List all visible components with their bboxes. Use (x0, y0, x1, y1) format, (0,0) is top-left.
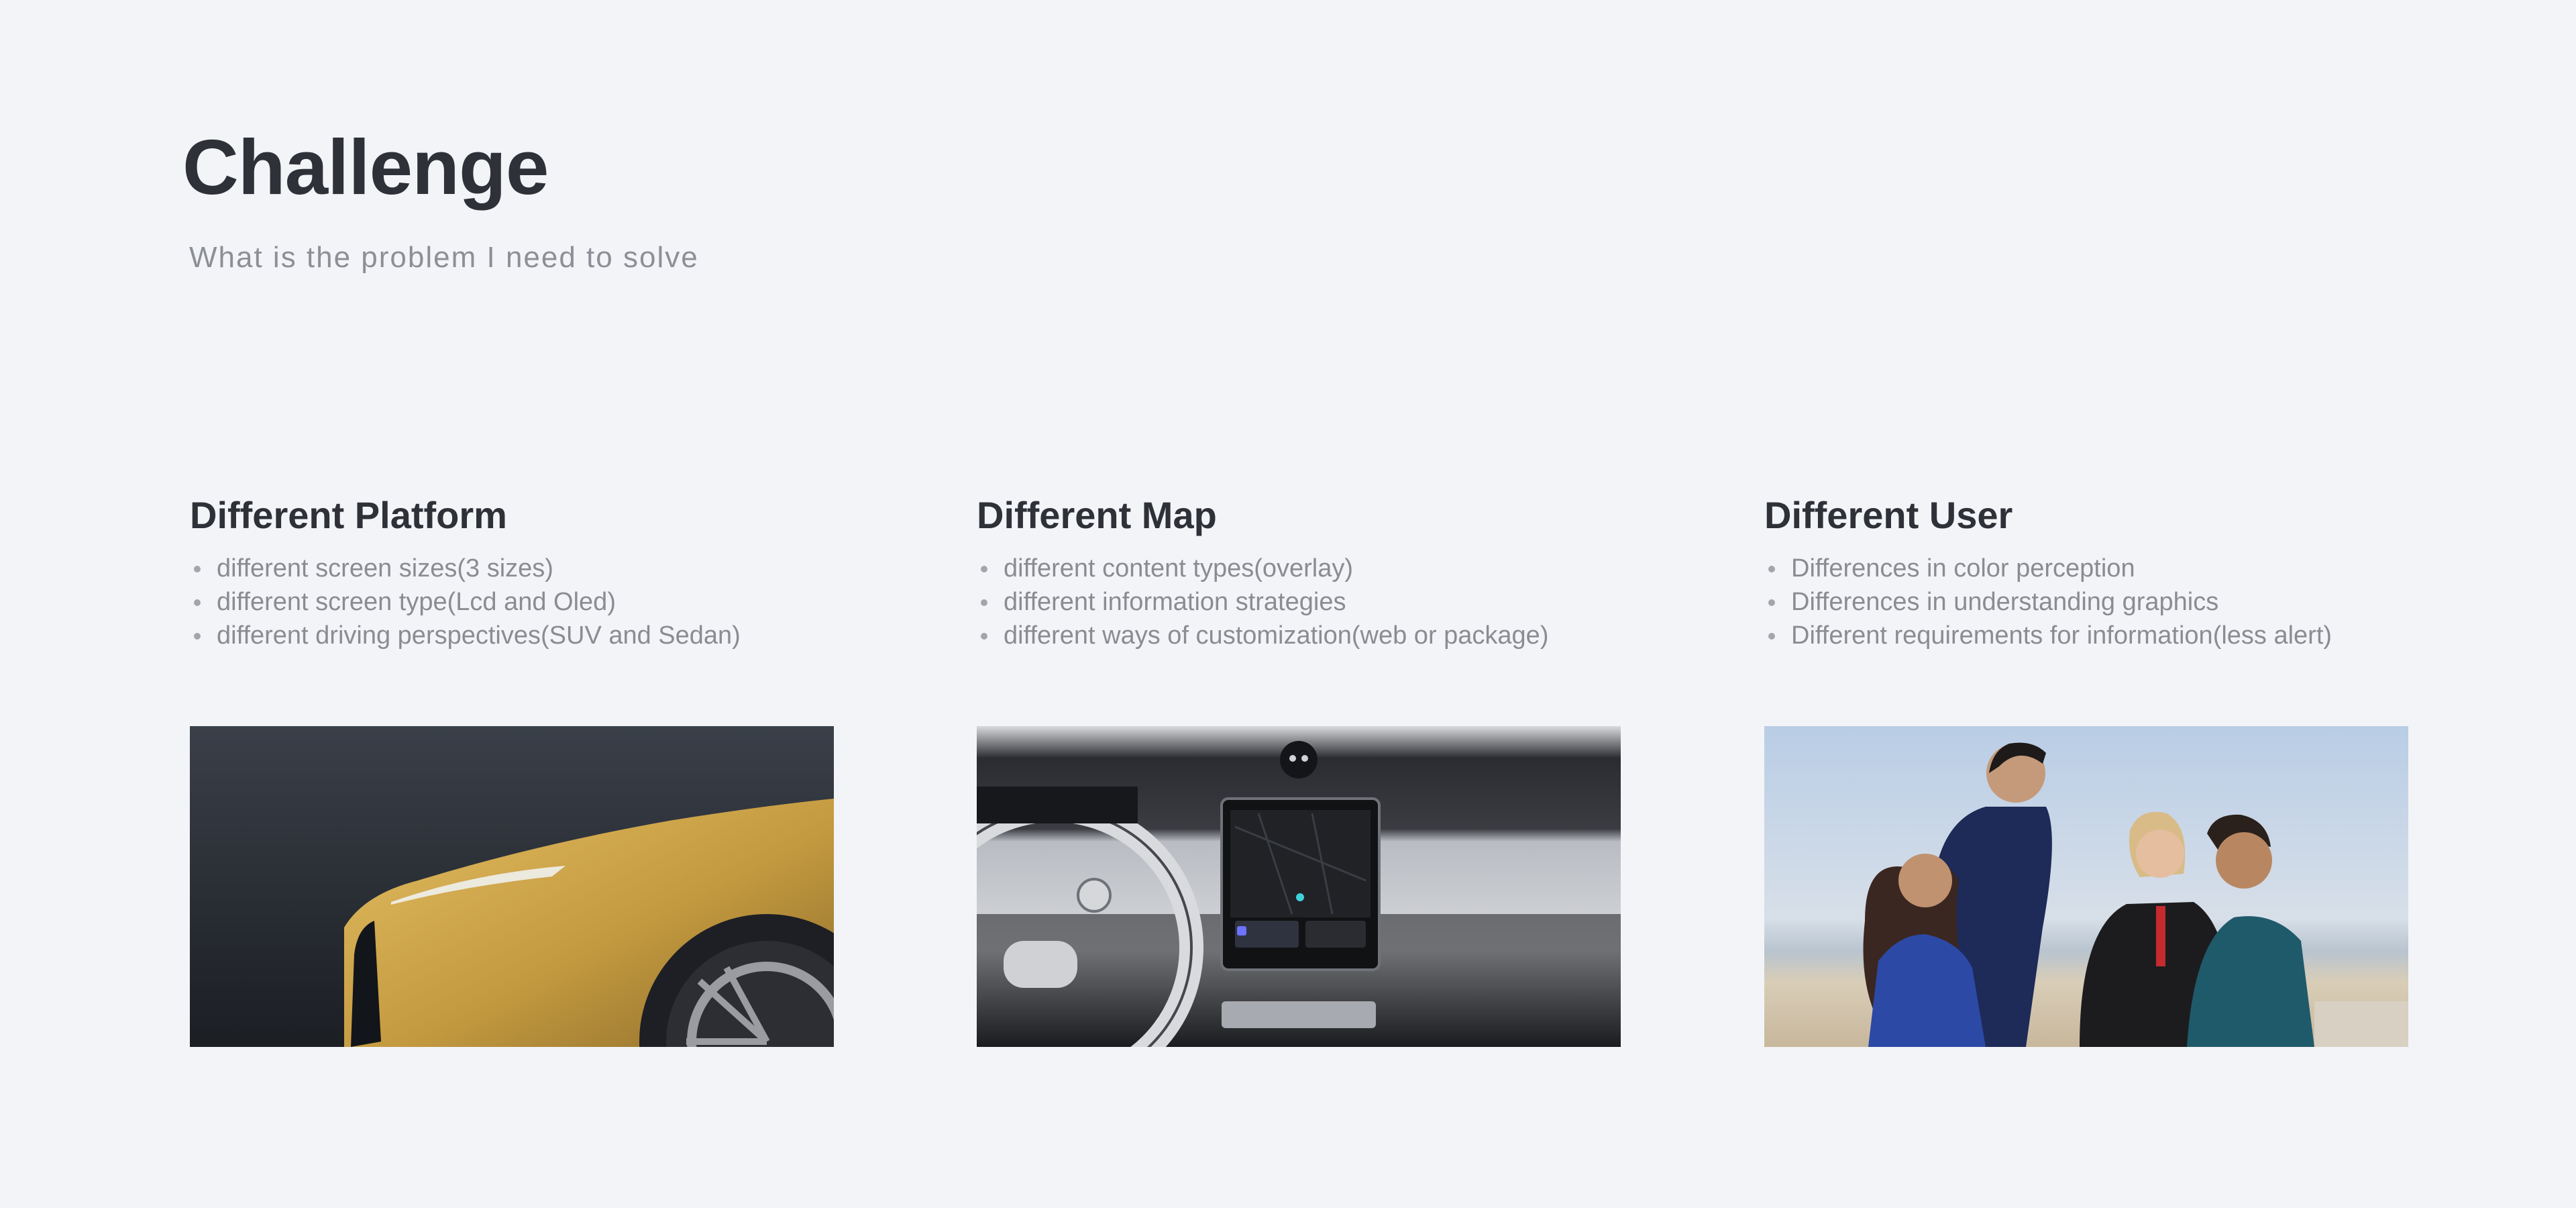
platform-title: Different Platform (190, 494, 507, 536)
map-title: Different Map (977, 494, 1217, 536)
map-bullet: different information strategies (977, 585, 1621, 619)
user-bullet: Differences in understanding graphics (1764, 585, 2408, 619)
user-bullet: Different requirements for information(l… (1764, 619, 2408, 652)
platform-bullet: different screen sizes(3 sizes) (190, 552, 834, 585)
map-bullet: different ways of customization(web or p… (977, 619, 1621, 652)
challenge-page: Challenge What is the problem I need to … (0, 0, 2576, 1208)
map-bullet-list: different content types(overlay) differe… (977, 552, 1621, 652)
platform-column: Different Platform different screen size… (190, 490, 834, 652)
page-title: Challenge (182, 123, 549, 211)
platform-bullet: different screen type(Lcd and Oled) (190, 585, 834, 619)
platform-bullet-list: different screen sizes(3 sizes) differen… (190, 552, 834, 652)
page-subtitle: What is the problem I need to solve (189, 241, 699, 274)
user-bullet-list: Differences in color perception Differen… (1764, 552, 2408, 652)
car-interior-dashboard-photo (977, 726, 1621, 1047)
map-bullet: different content types(overlay) (977, 552, 1621, 585)
user-column: Different User Differences in color perc… (1764, 490, 2408, 652)
group-of-people-photo (1764, 726, 2408, 1047)
platform-bullet: different driving perspectives(SUV and S… (190, 619, 834, 652)
user-bullet: Differences in color perception (1764, 552, 2408, 585)
user-title: Different User (1764, 494, 2013, 536)
car-exterior-photo (190, 726, 834, 1047)
map-column: Different Map different content types(ov… (977, 490, 1621, 652)
